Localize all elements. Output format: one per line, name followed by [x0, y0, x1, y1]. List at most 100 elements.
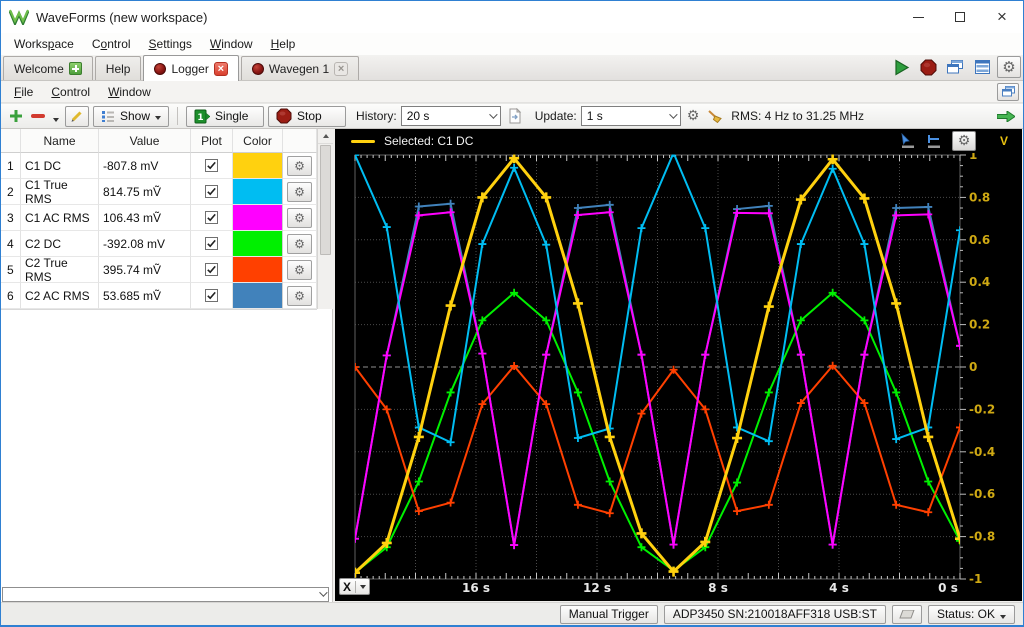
channel-filter-combobox[interactable] [2, 587, 329, 602]
manual-trigger-button[interactable]: Manual Trigger [560, 605, 658, 624]
history-select[interactable]: 20 s [401, 106, 501, 126]
menu-settings[interactable]: Settings [140, 34, 201, 54]
pencil-icon [70, 109, 84, 123]
scroll-up-button[interactable] [318, 129, 333, 144]
update-label: Update: [535, 109, 577, 123]
x-axis-button-label: X [343, 580, 351, 594]
close-button[interactable]: × [981, 1, 1023, 33]
edit-channel-button[interactable] [65, 106, 89, 127]
clear-button[interactable] [705, 106, 725, 127]
update-settings-button[interactable]: ⚙ [685, 106, 702, 127]
toolbar-separator [177, 107, 178, 125]
row-number: 1 [1, 153, 21, 179]
plot-checkbox[interactable] [205, 237, 218, 250]
plot-settings-button[interactable]: ⚙ [952, 131, 976, 151]
menu-window[interactable]: Window [201, 34, 262, 54]
x-axis-button[interactable]: X [339, 578, 370, 595]
channel-settings-cell: ⚙ [283, 205, 317, 231]
plot-canvas[interactable]: 10.80.60.40.20-0.2-0.4-0.6-0.8-1 [335, 153, 1022, 599]
channel-value: 814.75 mṼ [99, 179, 191, 205]
channel-settings-button[interactable]: ⚙ [287, 260, 312, 280]
show-label: Show [120, 109, 150, 123]
tab-wavegen-1[interactable]: Wavegen 1× [241, 56, 359, 80]
channel-color-swatch[interactable] [233, 231, 283, 257]
channel-settings-button[interactable]: ⚙ [287, 156, 312, 176]
plot-checkbox[interactable] [205, 263, 218, 276]
docking-windows-button[interactable] [997, 83, 1019, 101]
maximize-button[interactable] [939, 1, 981, 33]
plot-checkbox[interactable] [205, 289, 218, 302]
chevron-down-icon [53, 118, 59, 122]
menu-workspace[interactable]: Workspace [5, 34, 83, 54]
stop-icon [276, 108, 292, 124]
show-button[interactable]: Show [93, 106, 169, 127]
table-scrollbar[interactable] [317, 129, 333, 309]
minimize-button[interactable] [897, 1, 939, 33]
plot-checkbox-cell [191, 205, 233, 231]
settings-gear-button[interactable]: ⚙ [997, 56, 1021, 78]
plus-icon [69, 62, 82, 75]
x-axis-tick-label: 12 s [583, 581, 611, 595]
cursor-tool-icon[interactable] [900, 133, 916, 149]
svg-text:1: 1 [197, 113, 203, 123]
channel-color-swatch[interactable] [233, 179, 283, 205]
x-axis-tick-label: 4 s [829, 581, 849, 595]
remove-options-dropdown[interactable] [51, 110, 61, 131]
scrollbar-thumb[interactable] [320, 145, 331, 255]
channels-panel: NameValuePlotColor1C1 DC-807.8 mV⚙2C1 Tr… [1, 129, 333, 603]
channel-color-swatch[interactable] [233, 153, 283, 179]
logger-toolbar: Show 1 Single Stop History: 20 s [1, 103, 1023, 129]
logger-menu-window[interactable]: Window [99, 82, 160, 102]
channel-color-swatch[interactable] [233, 205, 283, 231]
plot-checkbox-cell [191, 179, 233, 205]
channel-settings-button[interactable]: ⚙ [287, 286, 312, 306]
run-button[interactable] [889, 56, 913, 78]
cascade-windows-button[interactable] [943, 56, 967, 78]
device-label: ADP3450 SN:210018AFF318 USB:ST [673, 607, 877, 621]
gear-icon: ⚙ [294, 237, 305, 251]
tile-windows-button[interactable] [970, 56, 994, 78]
tab-close-button[interactable]: × [334, 62, 348, 76]
stop-button[interactable]: Stop [268, 106, 346, 127]
update-select[interactable]: 1 s [581, 106, 681, 126]
plot-checkbox[interactable] [205, 159, 218, 172]
tab-welcome[interactable]: Welcome [3, 56, 93, 80]
remove-channel-button[interactable] [29, 106, 47, 127]
tab-logger[interactable]: Logger× [143, 55, 238, 81]
plot-checkbox[interactable] [205, 211, 218, 224]
logger-chart: Selected: C1 DC ⚙ V 10.80.60.40.20-0.2-0 [335, 129, 1022, 601]
history-value: 20 s [407, 109, 430, 123]
next-view-button[interactable] [995, 106, 1017, 127]
device-button[interactable]: ADP3450 SN:210018AFF318 USB:ST [664, 605, 886, 624]
logger-menu-control[interactable]: Control [42, 82, 99, 102]
tab-close-button[interactable]: × [214, 62, 228, 76]
legend-color-swatch [351, 140, 375, 143]
channel-value: 395.74 mṼ [99, 257, 191, 283]
y-axis-unit-label: V [1000, 134, 1008, 148]
logger-menu-file[interactable]: File [5, 82, 42, 102]
measure-tool-icon[interactable] [926, 133, 942, 149]
page-arrow-icon [507, 108, 523, 124]
plus-icon [9, 109, 23, 123]
menu-control[interactable]: Control [83, 34, 140, 54]
tab-help[interactable]: Help [95, 56, 142, 80]
stop-button[interactable] [916, 56, 940, 78]
channel-settings-button[interactable]: ⚙ [287, 182, 312, 202]
status-button[interactable]: Status: OK [928, 605, 1015, 624]
triangle-up-icon [323, 134, 329, 138]
x-axis-tick-label: 16 s [462, 581, 490, 595]
erase-device-button[interactable] [892, 605, 922, 624]
export-history-button[interactable] [505, 106, 525, 127]
channel-settings-button[interactable]: ⚙ [287, 234, 312, 254]
history-label: History: [356, 109, 397, 123]
plot-checkbox-cell [191, 283, 233, 309]
menu-help[interactable]: Help [262, 34, 305, 54]
add-channel-button[interactable] [7, 106, 25, 127]
channel-settings-button[interactable]: ⚙ [287, 208, 312, 228]
channel-color-swatch[interactable] [233, 257, 283, 283]
cascade-windows-icon [1002, 86, 1015, 97]
channel-name: C1 True RMS [21, 179, 99, 205]
channel-color-swatch[interactable] [233, 283, 283, 309]
plot-checkbox[interactable] [205, 185, 218, 198]
single-button[interactable]: 1 Single [186, 106, 264, 127]
